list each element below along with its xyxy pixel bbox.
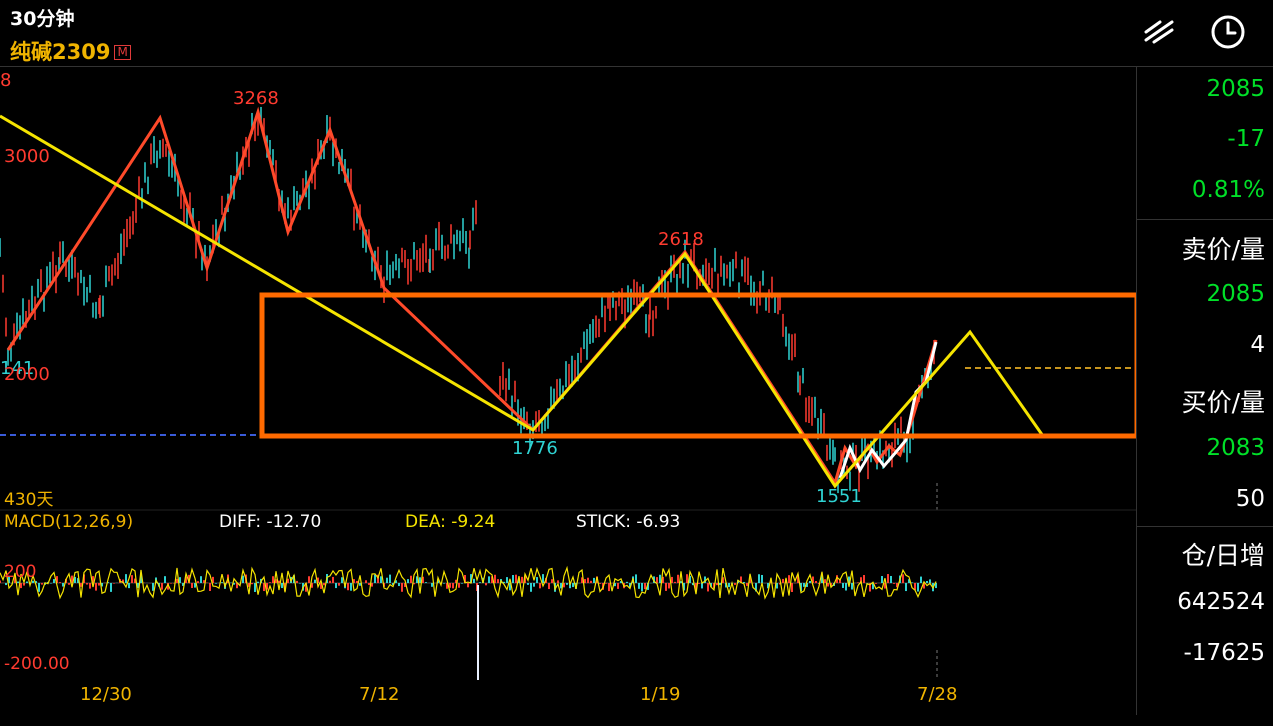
macd-axis-high: 200 [4,562,37,582]
chart-period[interactable]: 30分钟 [10,4,74,31]
macd-dea: DEA: -9.24 [405,512,496,532]
macd-axis-low: -200.00 [4,654,70,674]
oi-title: 仓/日增 [1181,541,1265,570]
axis-label-3000: 3000 [4,146,50,167]
ask-price: 2085 [1206,281,1265,307]
clock-icon[interactable] [1206,10,1250,54]
bid-title: 买价/量 [1181,388,1265,417]
bid-price: 2083 [1206,435,1265,461]
bid-volume: 50 [1235,486,1265,512]
macd-diff: DIFF: -12.70 [219,512,322,532]
axis-label-2000: 2000 [4,364,50,385]
ask-volume: 4 [1250,332,1265,358]
x-label-2: 1/19 [640,684,681,705]
x-label-0: 12/30 [80,684,132,705]
price-change: -17 [1227,126,1265,152]
range-box [259,292,1136,439]
last-price: 2085 [1206,76,1265,102]
candlestick-chart[interactable] [0,67,1136,715]
open-interest-change: -17625 [1183,640,1265,666]
label-low-1776: 1776 [512,438,558,459]
ask-title: 卖价/量 [1181,235,1265,264]
contract-name[interactable]: 纯碱2309 M [10,36,131,66]
white-wave-line [838,341,938,479]
macd-stick: STICK: -6.93 [576,512,681,532]
x-label-3: 7/28 [917,684,958,705]
open-interest: 642524 [1177,589,1265,615]
quote-panel: 2085 -17 0.81% 卖价/量 2085 4 买价/量 2083 50 … [1137,66,1273,726]
label-high-2618: 2618 [658,229,704,250]
label-low-1551: 1551 [816,486,862,507]
days-span-label: 430天 [4,490,54,510]
label-high-3268: 3268 [233,88,279,109]
price-change-pct: 0.81% [1191,177,1265,203]
label-cut-top: 8 [0,70,12,91]
draw-lines-icon[interactable] [1138,10,1182,54]
contract-symbol: 纯碱2309 [10,40,111,64]
main-contract-badge: M [114,45,131,60]
macd-title[interactable]: MACD(12,26,9) [4,512,133,532]
x-label-1: 7/12 [359,684,400,705]
